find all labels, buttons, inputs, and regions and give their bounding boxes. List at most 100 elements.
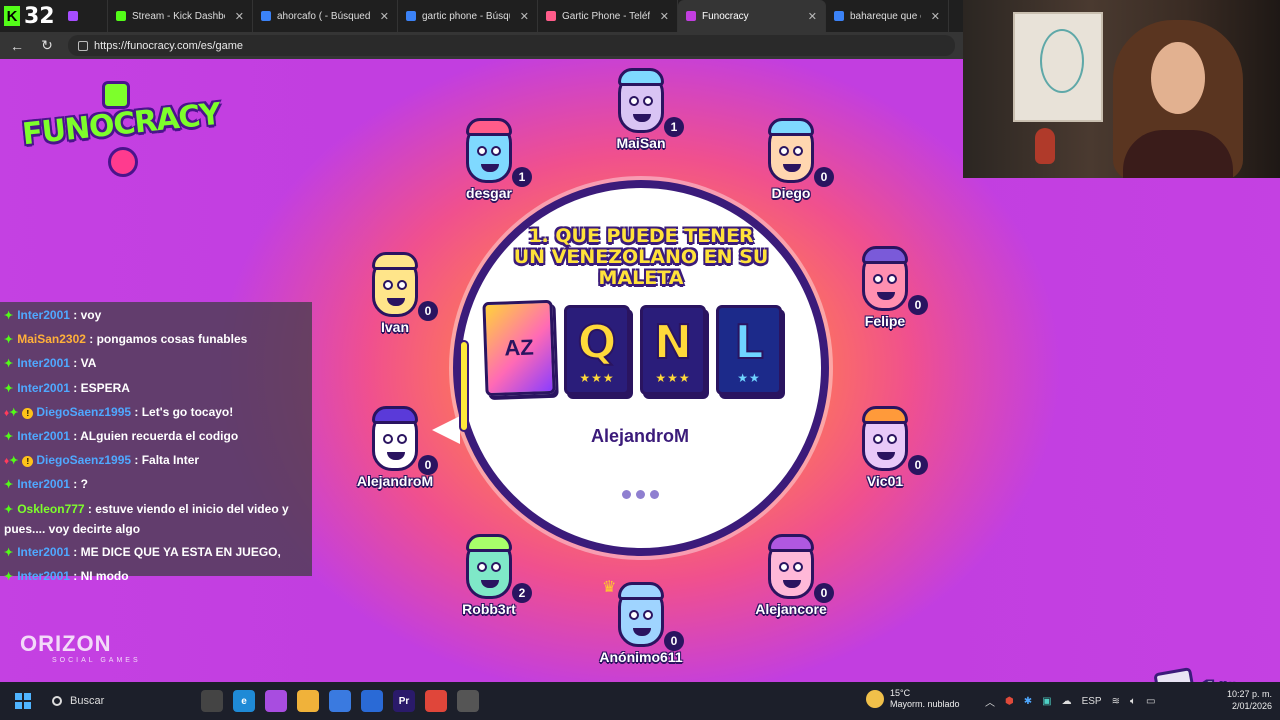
- player-seat: 2 Robb3rt: [444, 534, 534, 627]
- player-avatar: [372, 406, 418, 471]
- back-button[interactable]: ←: [8, 38, 26, 54]
- start-button[interactable]: [0, 682, 46, 720]
- close-tab-icon[interactable]: ✕: [660, 10, 669, 23]
- player-avatar: [466, 534, 512, 599]
- funocracy-logo: FUNOCRACY: [21, 81, 222, 177]
- card-stars: ★★★: [655, 371, 691, 385]
- chat-username[interactable]: Inter2001: [17, 356, 70, 370]
- chat-username[interactable]: MaiSan2302: [17, 332, 86, 346]
- taskbar-app-icon[interactable]: [265, 690, 287, 712]
- chat-username[interactable]: DiegoSaenz1995: [36, 453, 131, 467]
- question-text: 1. QUE PUEDE TENER UN VENEZOLANO EN SU M…: [513, 225, 769, 289]
- chat-badge-icon: ✦: [4, 479, 14, 492]
- browser-tab[interactable]: bahareque que es - Búsq ✕: [826, 0, 949, 32]
- tab-favicon-icon: [834, 11, 844, 21]
- taskbar-app-icon[interactable]: e: [233, 690, 255, 712]
- orizon-logo: ORIZON SOCIAL GAMES: [20, 631, 141, 664]
- tab-favicon-icon: [68, 11, 78, 21]
- windows-taskbar: Buscar e Pr 15°C Mayorm. nublado ︿ ⬢ ✱ ▣ …: [0, 682, 1280, 720]
- taskbar-search[interactable]: Buscar: [46, 686, 196, 716]
- player-score: 0: [908, 295, 928, 315]
- app-tray-icon[interactable]: ▣: [1042, 696, 1051, 707]
- stream-chat-overlay: ✦ Inter2001 : voy ✦ MaiSan2302 : pongamos c…: [0, 302, 312, 583]
- chat-text: : Falta Inter: [131, 453, 200, 468]
- chat-badge-icon: ✦: [4, 382, 14, 395]
- taskbar-app-icon[interactable]: [457, 690, 479, 712]
- chat-message: ✦ Oskleon777 : estuve viendo el inicio de…: [4, 498, 308, 541]
- chat-message: ✦ MaiSan2302 : pongamos cosas funables: [4, 328, 308, 352]
- letter-card: Q ★★★: [564, 305, 630, 395]
- reload-button[interactable]: ↻: [38, 37, 56, 54]
- taskbar-app-icon[interactable]: [361, 690, 383, 712]
- chat-badge-icon: ✦: [4, 503, 14, 516]
- chat-username[interactable]: Inter2001: [17, 308, 70, 322]
- player-name: Ivan: [380, 319, 409, 335]
- card-letter: N: [653, 314, 693, 370]
- tab-favicon-icon: [116, 11, 126, 21]
- close-tab-icon[interactable]: ✕: [520, 10, 529, 23]
- az-card: AZ: [482, 299, 556, 397]
- crown-icon: ♛: [602, 579, 617, 596]
- close-tab-icon[interactable]: ✕: [380, 10, 389, 23]
- url-field[interactable]: https://funocracy.com/es/game: [68, 35, 955, 56]
- tab-label: Gartic Phone - Teléfono: [562, 10, 650, 22]
- wifi-icon[interactable]: ≋: [1112, 696, 1120, 707]
- chat-text: : ME DICE QUE YA ESTA EN JUEGO,: [69, 544, 281, 559]
- player-score: 0: [418, 301, 438, 321]
- browser-tab[interactable]: [60, 0, 108, 32]
- chat-badge-icon: ✦: [4, 431, 14, 444]
- chat-username[interactable]: Inter2001: [17, 569, 70, 583]
- close-tab-icon[interactable]: ✕: [235, 10, 244, 23]
- taskbar-clock[interactable]: 10:27 p. m. 2/01/2026: [1218, 688, 1272, 712]
- chat-text: : voy: [69, 308, 102, 322]
- tray-chevron-icon[interactable]: ︿: [985, 694, 995, 709]
- browser-tab[interactable]: gartic phone - Búsqueda ✕: [398, 0, 538, 32]
- taskbar-app-icon[interactable]: [297, 690, 319, 712]
- chat-username[interactable]: Inter2001: [17, 381, 70, 395]
- close-tab-icon[interactable]: ✕: [808, 10, 817, 23]
- chat-message: ♦✦! DiegoSaenz1995 : Let's go tocayo!: [4, 401, 308, 425]
- chat-badge-icon: ✦: [9, 455, 19, 468]
- bluetooth-icon[interactable]: ✱: [1024, 696, 1032, 707]
- taskbar-app-icon[interactable]: Pr: [393, 690, 415, 712]
- chat-badge-icon: ✦: [4, 334, 14, 347]
- browser-tab[interactable]: Gartic Phone - Teléfono ✕: [538, 0, 678, 32]
- chat-username[interactable]: DiegoSaenz1995: [36, 405, 131, 419]
- player-name: Robb3rt: [462, 601, 516, 617]
- shield-icon[interactable]: ⬢: [1005, 696, 1014, 707]
- player-seat: ♛ 0 Anónimo611: [596, 579, 686, 675]
- taskbar-app-icon[interactable]: [201, 690, 223, 712]
- taskbar-app-icon[interactable]: [425, 690, 447, 712]
- chat-message: ✦ Inter2001 : ALguien recuerda el codigo: [4, 425, 308, 449]
- chat-username[interactable]: Oskleon777: [17, 502, 84, 516]
- chat-username[interactable]: Inter2001: [17, 429, 70, 443]
- player-avatar: [618, 68, 664, 133]
- taskbar-app-icon[interactable]: [329, 690, 351, 712]
- player-avatar: [862, 246, 908, 311]
- site-info-icon[interactable]: [78, 40, 88, 51]
- chat-badge-icon: ✦: [4, 310, 14, 322]
- player-name: Anónimo611: [599, 649, 683, 665]
- player-seat: 0 Felipe: [840, 246, 930, 339]
- chat-message: ✦ Inter2001 : NI modo: [4, 565, 308, 589]
- browser-tab[interactable]: Stream - Kick Dashboard ✕: [108, 0, 253, 32]
- language-indicator[interactable]: ESP: [1082, 696, 1102, 707]
- weather-widget[interactable]: 15°C Mayorm. nublado: [866, 688, 960, 710]
- player-score: 2: [512, 583, 532, 603]
- battery-icon[interactable]: ▭: [1146, 696, 1155, 707]
- chat-username[interactable]: Inter2001: [17, 477, 70, 491]
- chat-username[interactable]: Inter2001: [17, 545, 70, 559]
- browser-tab[interactable]: Funocracy ✕: [678, 0, 826, 32]
- letter-cards: AZ Q ★★★ N ★★★ L ★★: [482, 299, 782, 397]
- tab-favicon-icon: [686, 11, 696, 21]
- browser-tab[interactable]: ahorcafo ( - Búsqueda ✕: [253, 0, 398, 32]
- player-name: MaiSan: [616, 135, 666, 151]
- close-tab-icon[interactable]: ✕: [931, 10, 940, 23]
- publisher-sub: SOCIAL GAMES: [52, 657, 141, 664]
- weather-desc: Mayorm. nublado: [890, 699, 960, 709]
- cloud-icon[interactable]: ☁: [1062, 696, 1072, 707]
- volume-icon[interactable]: 🔈︎: [1130, 696, 1136, 707]
- sub-badge-icon: !: [22, 456, 34, 468]
- screen: K 32 Stream - Kick Dashboard✕ahorcafo ( …: [0, 0, 1280, 720]
- player-score: 1: [664, 117, 684, 137]
